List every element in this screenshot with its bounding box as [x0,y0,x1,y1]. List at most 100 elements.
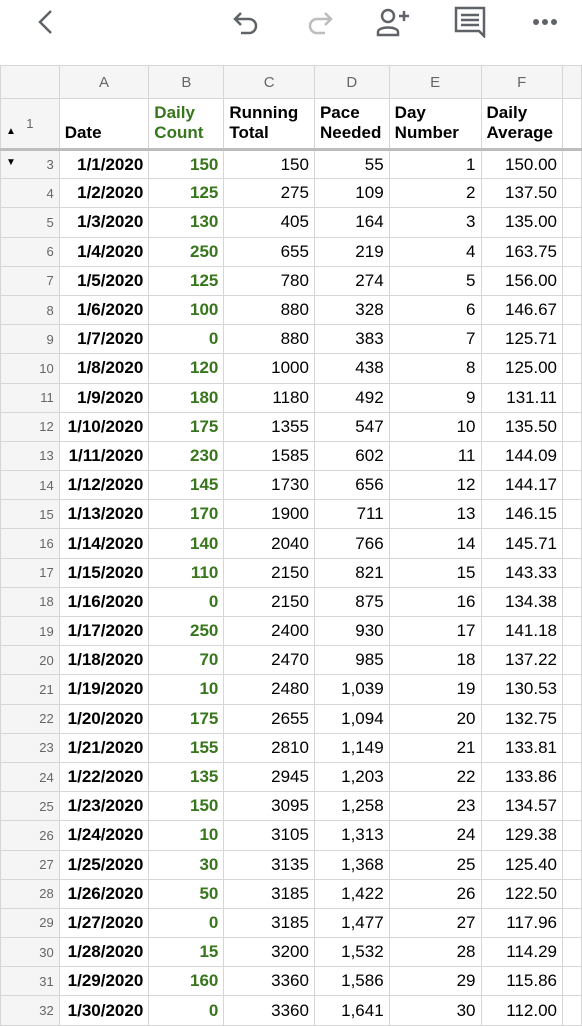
row-header[interactable]: 8 [0,294,60,326]
cell-pace-needed[interactable]: 875 [313,586,390,618]
cell-pace-needed[interactable]: 821 [313,557,390,588]
cell-daily-count[interactable]: 125 [148,178,225,209]
cell-daily-average[interactable]: 129.38 [480,820,563,851]
cell-day-number[interactable]: 21 [388,732,482,763]
cell-daily-average[interactable]: 133.81 [480,732,563,763]
cell-date[interactable]: 1/3/2020 [58,207,150,238]
cell-g[interactable] [561,178,582,209]
cell-date[interactable]: 1/15/2020 [58,557,150,588]
cell-daily-average[interactable]: 122.50 [480,878,563,909]
cell-day-number[interactable]: 27 [388,907,482,939]
cell-daily-count[interactable]: 160 [148,966,225,997]
cell-running-total[interactable]: 3360 [223,995,315,1026]
row-header[interactable]: 29 [0,907,60,939]
cell-pace-needed[interactable]: 1,368 [313,849,390,880]
header-cell-day-number[interactable]: Day Number [388,98,482,151]
cell-pace-needed[interactable]: 602 [313,440,390,472]
row-header-1[interactable]: 1 ▲ [0,98,60,151]
cell-day-number[interactable]: 6 [388,294,482,326]
cell-pace-needed[interactable]: 328 [313,294,390,326]
row-header[interactable]: 17 [0,557,60,588]
cell-pace-needed[interactable]: 711 [313,499,390,530]
cell-day-number[interactable]: 26 [388,878,482,909]
select-all-corner[interactable] [0,65,60,99]
cell-day-number[interactable]: 15 [388,557,482,588]
cell-daily-average[interactable]: 135.50 [480,411,563,442]
cell-daily-count[interactable]: 175 [148,703,225,734]
cell-day-number[interactable]: 17 [388,615,482,647]
row-header[interactable]: 26 [0,820,60,851]
undo-icon[interactable] [228,4,264,40]
header-cell-date[interactable]: Date [58,98,150,151]
cell-day-number[interactable]: 23 [388,791,482,822]
cell-date[interactable]: 1/22/2020 [58,761,150,793]
cell-date[interactable]: 1/24/2020 [58,820,150,851]
cell-pace-needed[interactable]: 1,532 [313,937,390,968]
cell-daily-average[interactable]: 134.38 [480,586,563,618]
cell-daily-count[interactable]: 250 [148,615,225,647]
row-header[interactable]: 19 [0,615,60,647]
cell-day-number[interactable]: 25 [388,849,482,880]
cell-g[interactable] [561,499,582,530]
cell-day-number[interactable]: 9 [388,382,482,413]
cell-daily-average[interactable]: 115.86 [480,966,563,997]
cell-daily-average[interactable]: 130.53 [480,674,563,705]
cell-day-number[interactable]: 29 [388,966,482,997]
cell-day-number[interactable]: 30 [388,995,482,1026]
cell-daily-count[interactable]: 70 [148,645,225,676]
cell-g[interactable] [561,207,582,238]
cell-daily-average[interactable]: 132.75 [480,703,563,734]
cell-daily-count[interactable]: 0 [148,586,225,618]
cell-g[interactable] [561,470,582,501]
cell-daily-average[interactable]: 134.57 [480,791,563,822]
cell-daily-average[interactable]: 144.17 [480,470,563,501]
cell-daily-count[interactable]: 0 [148,995,225,1026]
cell-day-number[interactable]: 22 [388,761,482,793]
cell-day-number[interactable]: 20 [388,703,482,734]
cell-date[interactable]: 1/29/2020 [58,966,150,997]
cell-day-number[interactable]: 8 [388,353,482,384]
cell-running-total[interactable]: 1730 [223,470,315,501]
cell-running-total[interactable]: 2470 [223,645,315,676]
row-header[interactable]: 21 [0,674,60,705]
cell-date[interactable]: 1/5/2020 [58,265,150,296]
cell-date[interactable]: 1/19/2020 [58,674,150,705]
cell-date[interactable]: 1/1/2020 [58,148,150,180]
cell-pace-needed[interactable]: 274 [313,265,390,296]
cell-g[interactable] [561,382,582,413]
cell-pace-needed[interactable]: 1,422 [313,878,390,909]
cell-pace-needed[interactable]: 219 [313,236,390,267]
cell-g[interactable] [561,294,582,326]
cell-running-total[interactable]: 3200 [223,937,315,968]
header-cell-pace-needed[interactable]: Pace Needed [313,98,390,151]
cell-pace-needed[interactable]: 438 [313,353,390,384]
cell-date[interactable]: 1/30/2020 [58,995,150,1026]
cell-day-number[interactable]: 11 [388,440,482,472]
cell-g[interactable] [561,703,582,734]
row-header[interactable]: 24 [0,761,60,793]
column-header-e[interactable]: E [388,65,482,99]
cell-daily-average[interactable]: 144.09 [480,440,563,472]
cell-g[interactable] [561,440,582,472]
cell-running-total[interactable]: 1585 [223,440,315,472]
cell-daily-average[interactable]: 125.71 [480,324,563,355]
cell-pace-needed[interactable]: 1,313 [313,820,390,851]
cell-date[interactable]: 1/8/2020 [58,353,150,384]
cell-pace-needed[interactable]: 985 [313,645,390,676]
cell-date[interactable]: 1/13/2020 [58,499,150,530]
cell-g[interactable] [561,645,582,676]
cell-pace-needed[interactable]: 164 [313,207,390,238]
cell-running-total[interactable]: 275 [223,178,315,209]
cell-date[interactable]: 1/11/2020 [58,440,150,472]
cell-g[interactable] [561,791,582,822]
cell-daily-count[interactable]: 175 [148,411,225,442]
cell-pace-needed[interactable]: 55 [313,148,390,180]
cell-running-total[interactable]: 2150 [223,557,315,588]
cell-date[interactable]: 1/4/2020 [58,236,150,267]
column-header-d[interactable]: D [313,65,390,99]
row-header[interactable]: 15 [0,499,60,530]
row-header[interactable]: 5 [0,207,60,238]
cell-daily-average[interactable]: 145.71 [480,528,563,559]
cell-daily-count[interactable]: 180 [148,382,225,413]
cell-daily-average[interactable]: 131.11 [480,382,563,413]
